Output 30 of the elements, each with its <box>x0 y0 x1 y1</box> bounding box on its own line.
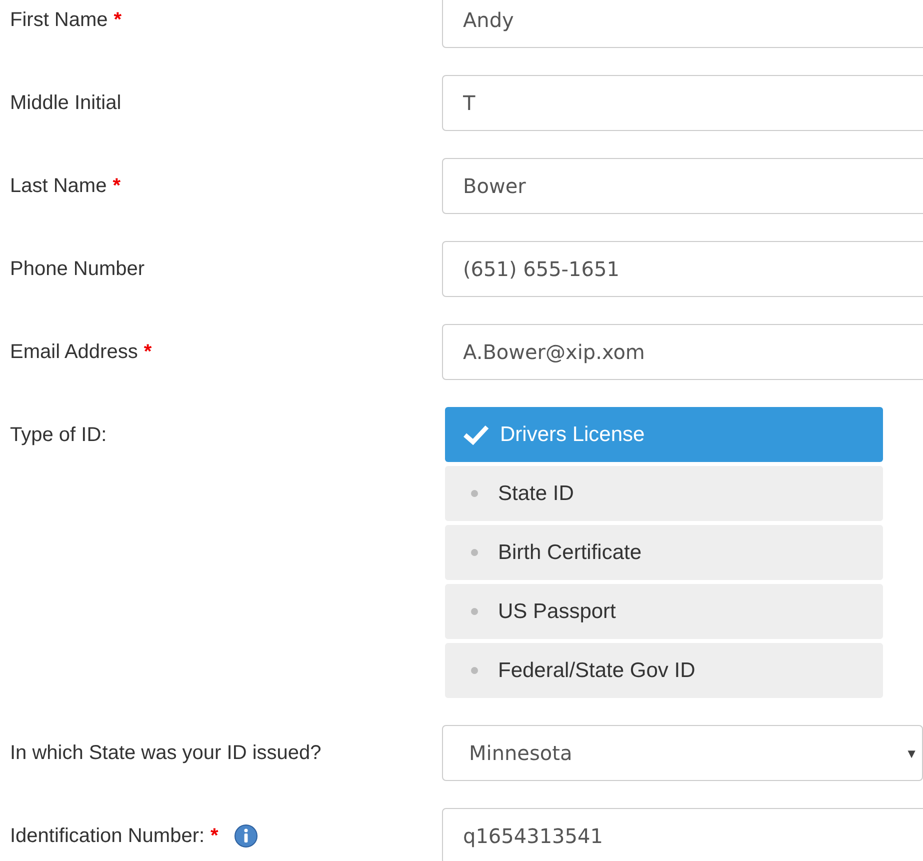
field-label: Middle Initial <box>10 91 122 115</box>
text-field[interactable]: Bower <box>442 158 923 214</box>
text-field[interactable]: T <box>442 75 923 131</box>
text-field[interactable]: q1654313541 <box>442 808 923 861</box>
field-label: First Name <box>10 8 108 32</box>
choice-option[interactable]: US Passport <box>445 584 883 639</box>
field-label: Type of ID: <box>10 423 107 447</box>
required-mark: * <box>210 824 218 848</box>
bullet-icon <box>471 490 478 497</box>
field-label: Email Address <box>10 340 138 364</box>
bullet-icon <box>471 667 478 674</box>
text-field[interactable]: Andy <box>442 0 923 48</box>
dropdown-arrow: ▼ <box>905 746 918 760</box>
required-mark: * <box>114 8 122 32</box>
bullet-icon <box>471 608 478 615</box>
text-field[interactable]: (651) 655-1651 <box>442 241 923 297</box>
choice-option[interactable]: Federal/State Gov ID <box>445 643 883 698</box>
choice-option[interactable]: State ID <box>445 466 883 521</box>
info-icon[interactable] <box>234 824 258 848</box>
required-mark: * <box>144 340 152 364</box>
dropdown[interactable]: Minnesota ▼ <box>442 725 923 781</box>
bullet-icon <box>471 549 478 556</box>
choice-option[interactable]: Birth Certificate <box>445 525 883 580</box>
field-label: Last Name <box>10 174 107 198</box>
field-label: Phone Number <box>10 257 145 281</box>
checkmark-icon <box>462 424 490 446</box>
required-mark: * <box>112 174 121 198</box>
field-label: Identification Number: <box>10 824 205 848</box>
field-label: In which State was your ID issued? <box>10 741 322 765</box>
text-field[interactable]: A.Bower@xip.xom <box>442 324 923 380</box>
